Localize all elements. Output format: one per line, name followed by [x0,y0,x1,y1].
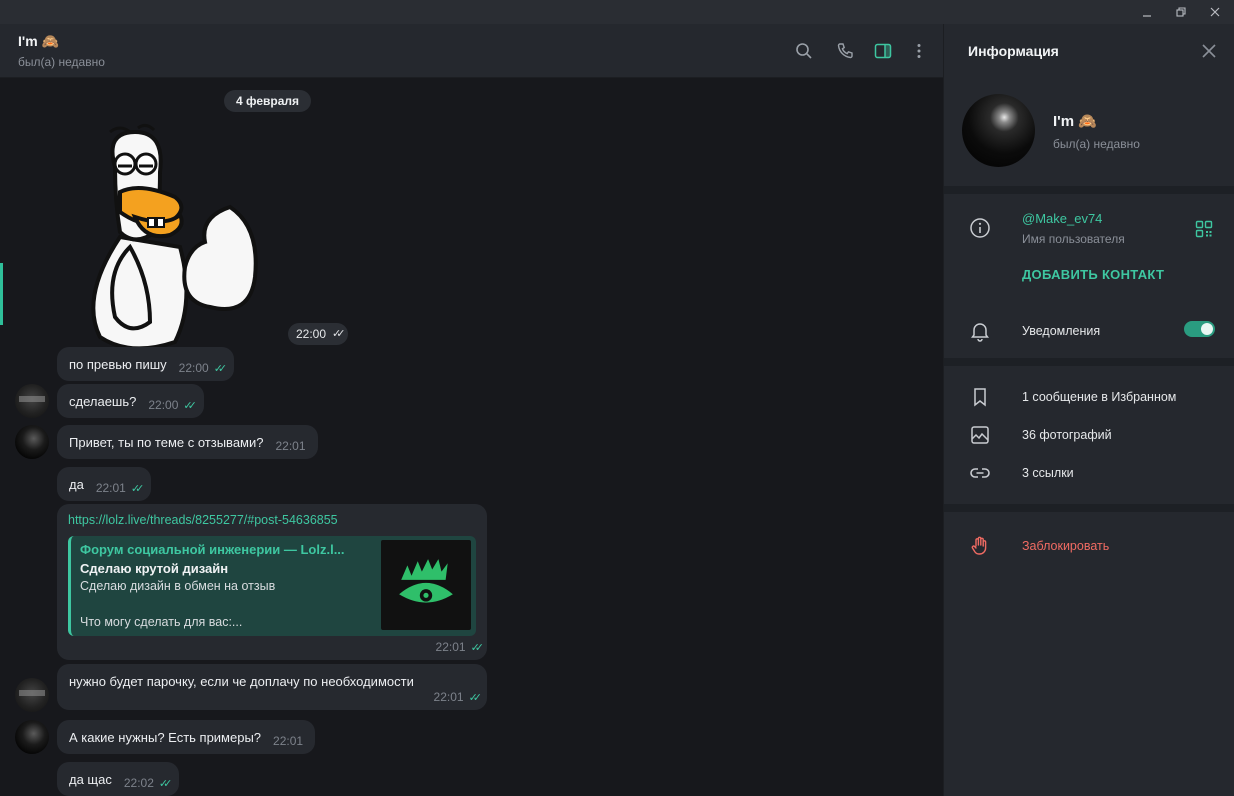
duck-sticker[interactable] [80,122,280,347]
close-window-icon[interactable] [1198,0,1232,24]
photo-icon [969,424,991,446]
info-panel-title: Информация [968,43,1059,59]
avatar[interactable] [15,720,49,754]
link-preview-title: Сделаю крутой дизайн [80,561,229,576]
message-bubble[interactable]: А какие нужны? Есть примеры? 22:01 [57,720,316,754]
notifications-label: Уведомления [1022,324,1101,338]
link-preview-description: Сделаю дизайн в обмен на отзыв [80,579,276,593]
link-message-bubble[interactable]: https://lolz.live/threads/8255277/#post-… [57,504,487,660]
message-bubble[interactable]: да щас 22:02 ✓✓ [57,762,180,796]
read-checkmarks-icon: ✓✓ [213,362,228,375]
hand-stop-icon [969,535,991,557]
link-icon [969,462,991,484]
restore-icon[interactable] [1164,0,1198,24]
date-separator: 4 февраля [224,90,312,112]
message-text: сделаешь? [69,393,137,409]
message-time: 22:00 [178,361,209,375]
link-preview-description: Что могу сделать для вас:... [80,615,243,629]
read-checkmarks-icon: ✓✓ [332,328,346,340]
photos-item[interactable]: 36 фотографий [1022,428,1112,442]
username-label: Имя пользователя [1022,232,1125,246]
minimize-icon[interactable] [1130,0,1164,24]
message-bubble[interactable]: по превью пишу 22:00 ✓✓ [57,347,235,381]
profile-name: I'm 🙈 [1053,113,1097,130]
username-value[interactable]: @Make_ev74 [1022,211,1102,226]
saved-messages-item[interactable]: 1 сообщение в Избранном [1022,390,1176,404]
scroll-indicator [0,263,3,325]
message-bubble[interactable]: нужно будет парочку, если че доплачу по … [57,664,487,710]
phone-icon[interactable] [834,40,856,62]
link-preview-thumbnail [381,540,471,630]
info-icon [969,217,991,239]
message-text: А какие нужны? Есть примеры? [69,729,262,745]
message-list[interactable]: 4 февраля 22:00 ✓✓ по превью пишу 22:00 ✓… [0,78,943,796]
section-divider [944,358,1234,366]
message-text: да щас [69,771,112,787]
profile-avatar[interactable] [962,94,1035,167]
message-text: по превью пишу [69,356,167,372]
message-time: 22:01 [95,481,126,495]
read-checkmarks-icon: ✓✓ [158,777,173,790]
add-contact-button[interactable]: ДОБАВИТЬ КОНТАКТ [1022,267,1164,282]
section-divider [944,504,1234,512]
chat-status: был(а) недавно [18,55,105,69]
message-text: Привет, ты по теме с отзывами? [69,434,264,450]
bell-icon [969,320,991,342]
avatar[interactable] [15,425,49,459]
info-panel: Информация I'm 🙈 был(а) недавно @Make_ev… [943,24,1234,796]
message-time: 22:01 [273,734,304,748]
more-vertical-icon[interactable] [908,40,930,62]
message-time: 22:01 [433,690,464,704]
message-link[interactable]: https://lolz.live/threads/8255277/#post-… [68,513,338,527]
section-divider [944,186,1234,194]
notifications-toggle[interactable] [1184,321,1215,337]
message-bubble[interactable]: Привет, ты по теме с отзывами? 22:01 [57,425,318,459]
message-text: да [69,476,84,492]
profile-status: был(а) недавно [1053,137,1140,151]
window-titlebar [0,0,1234,24]
sticker-timestamp: 22:00 ✓✓ [288,323,349,345]
avatar[interactable] [15,384,49,418]
link-preview[interactable]: Форум социальной инженерии — Lolz.l... С… [68,536,476,636]
message-time: 22:01 [435,640,466,654]
qr-code-icon[interactable] [1195,220,1213,238]
bookmark-icon [969,386,991,408]
search-icon[interactable] [793,40,815,62]
message-time: 22:00 [148,398,179,412]
eye-logo-icon [399,559,453,603]
message-bubble[interactable]: сделаешь? 22:00 ✓✓ [57,384,204,418]
read-checkmarks-icon: ✓✓ [183,399,197,412]
sticker-time: 22:00 [296,327,327,341]
close-icon[interactable] [1199,41,1219,61]
message-timestamp: 22:01 ✓✓ [435,640,485,654]
block-user-button[interactable]: Заблокировать [1022,539,1109,553]
message-text: нужно будет парочку, если че доплачу по … [69,674,414,689]
link-preview-site: Форум социальной инженерии — Lolz.l... [80,542,345,557]
chat-title[interactable]: I'm 🙈 [18,33,59,50]
message-time: 22:02 [123,776,154,790]
read-checkmarks-icon: ✓✓ [468,691,483,704]
chat-header: I'm 🙈 был(а) недавно [0,24,943,78]
read-checkmarks-icon: ✓✓ [470,641,485,654]
sidebar-toggle-icon[interactable] [872,40,894,62]
links-item[interactable]: 3 ссылки [1022,466,1074,480]
read-checkmarks-icon: ✓✓ [130,482,145,495]
avatar[interactable] [15,678,49,712]
message-bubble[interactable]: да 22:01 ✓✓ [57,467,152,501]
message-time: 22:01 [275,439,306,453]
